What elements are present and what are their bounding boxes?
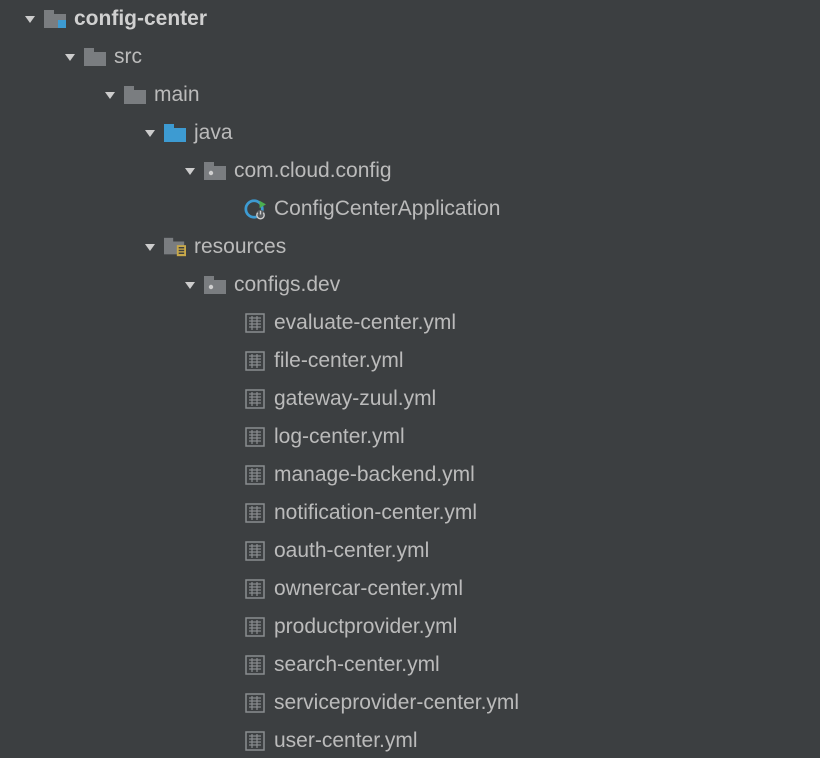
tree-row-yml-file[interactable]: user-center.yml [0, 722, 820, 758]
yml-file-icon [244, 426, 266, 448]
tree-row-package[interactable]: com.cloud.config [0, 152, 820, 190]
project-tree: config-center src main [0, 0, 820, 758]
yml-file-icon [244, 502, 266, 524]
tree-label: manage-backend.yml [274, 463, 475, 487]
expand-arrow-icon[interactable] [140, 237, 160, 257]
tree-label: com.cloud.config [234, 159, 392, 183]
yml-file-icon [244, 464, 266, 486]
yml-file-icon [244, 350, 266, 372]
tree-row-yml-file[interactable]: oauth-center.yml [0, 532, 820, 570]
yml-file-icon [244, 654, 266, 676]
expand-arrow-icon[interactable] [100, 85, 120, 105]
tree-label: evaluate-center.yml [274, 311, 456, 335]
tree-label: search-center.yml [274, 653, 440, 677]
expand-arrow-icon[interactable] [60, 47, 80, 67]
tree-row-yml-file[interactable]: search-center.yml [0, 646, 820, 684]
yml-file-icon [244, 578, 266, 600]
source-folder-icon [164, 122, 186, 144]
tree-row-resources[interactable]: resources [0, 228, 820, 266]
yml-file-icon [244, 692, 266, 714]
tree-row-java[interactable]: java [0, 114, 820, 152]
tree-label: notification-center.yml [274, 501, 477, 525]
folder-icon [84, 46, 106, 68]
tree-row-yml-file[interactable]: evaluate-center.yml [0, 304, 820, 342]
tree-row-yml-file[interactable]: file-center.yml [0, 342, 820, 380]
module-folder-icon [44, 8, 66, 30]
tree-label: oauth-center.yml [274, 539, 429, 563]
tree-row-app-class[interactable]: ConfigCenterApplication [0, 190, 820, 228]
tree-row-yml-file[interactable]: manage-backend.yml [0, 456, 820, 494]
yml-file-icon [244, 540, 266, 562]
folder-icon [124, 84, 146, 106]
tree-label: ConfigCenterApplication [274, 197, 500, 221]
yml-file-icon [244, 388, 266, 410]
tree-label: src [114, 45, 142, 69]
tree-row-main[interactable]: main [0, 76, 820, 114]
tree-label: user-center.yml [274, 729, 418, 753]
expand-arrow-icon[interactable] [140, 123, 160, 143]
tree-row-yml-file[interactable]: log-center.yml [0, 418, 820, 456]
tree-label: gateway-zuul.yml [274, 387, 436, 411]
tree-label: configs.dev [234, 273, 340, 297]
package-icon [204, 160, 226, 182]
tree-label: java [194, 121, 233, 145]
tree-row-yml-file[interactable]: gateway-zuul.yml [0, 380, 820, 418]
tree-row-configs-dev[interactable]: configs.dev [0, 266, 820, 304]
tree-label: resources [194, 235, 286, 259]
expand-arrow-icon[interactable] [20, 9, 40, 29]
tree-label: main [154, 83, 200, 107]
tree-label: config-center [74, 7, 207, 31]
yml-file-icon [244, 616, 266, 638]
tree-label: ownercar-center.yml [274, 577, 463, 601]
tree-label: productprovider.yml [274, 615, 457, 639]
tree-row-yml-file[interactable]: serviceprovider-center.yml [0, 684, 820, 722]
tree-label: file-center.yml [274, 349, 404, 373]
package-icon [204, 274, 226, 296]
tree-row-src[interactable]: src [0, 38, 820, 76]
tree-label: serviceprovider-center.yml [274, 691, 519, 715]
expand-arrow-icon[interactable] [180, 161, 200, 181]
tree-row-yml-file[interactable]: notification-center.yml [0, 494, 820, 532]
yml-file-icon [244, 312, 266, 334]
tree-row-yml-file[interactable]: productprovider.yml [0, 608, 820, 646]
tree-row-config-center[interactable]: config-center [0, 0, 820, 38]
resources-folder-icon [164, 236, 186, 258]
yml-file-icon [244, 730, 266, 752]
expand-arrow-icon[interactable] [180, 275, 200, 295]
tree-row-yml-file[interactable]: ownercar-center.yml [0, 570, 820, 608]
tree-label: log-center.yml [274, 425, 405, 449]
spring-boot-run-icon [244, 198, 266, 220]
